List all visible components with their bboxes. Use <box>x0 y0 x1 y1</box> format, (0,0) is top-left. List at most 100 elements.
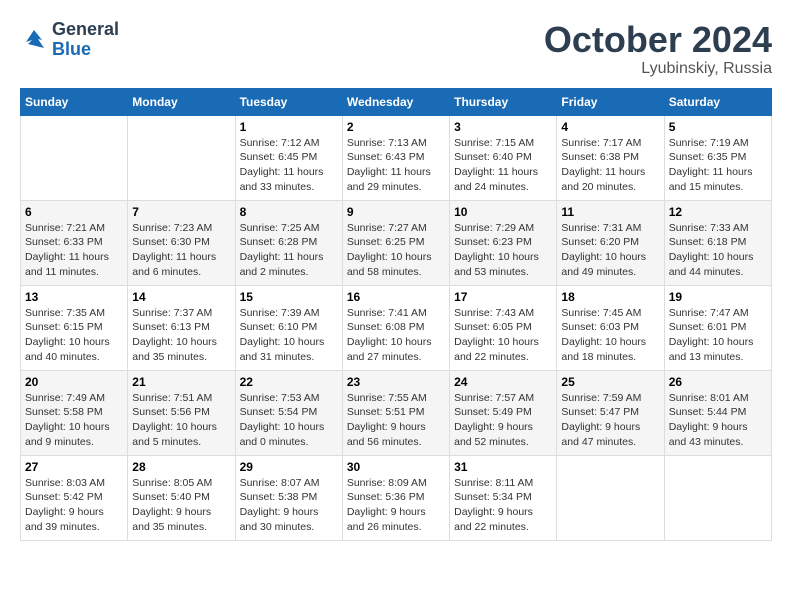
day-header-sunday: Sunday <box>21 88 128 115</box>
day-number: 17 <box>454 290 552 304</box>
day-number: 15 <box>240 290 338 304</box>
calendar-cell: 5 Sunrise: 7:19 AMSunset: 6:35 PMDaylight… <box>664 115 771 200</box>
day-number: 7 <box>132 205 230 219</box>
calendar-cell: 24 Sunrise: 7:57 AMSunset: 5:49 PMDayligh… <box>450 370 557 455</box>
calendar-cell: 4Sunrise: 7:17 AMSunset: 6:38 PMDaylight… <box>557 115 664 200</box>
cell-info: Sunrise: 7:41 AMSunset: 6:08 PMDaylight:… <box>347 306 445 365</box>
day-number: 11 <box>561 205 659 219</box>
week-row-5: 27 Sunrise: 8:03 AMSunset: 5:42 PMDayligh… <box>21 455 772 540</box>
day-number: 2 <box>347 120 445 134</box>
logo-icon <box>20 26 48 54</box>
day-number: 6 <box>25 205 123 219</box>
cell-info: Sunrise: 8:05 AMSunset: 5:40 PMDaylight:… <box>132 476 230 535</box>
cell-info: Sunrise: 7:29 AMSunset: 6:23 PMDaylight:… <box>454 221 552 280</box>
calendar-cell: 8 Sunrise: 7:25 AMSunset: 6:28 PMDaylight… <box>235 200 342 285</box>
day-number: 27 <box>25 460 123 474</box>
calendar-cell: 17 Sunrise: 7:43 AMSunset: 6:05 PMDayligh… <box>450 285 557 370</box>
day-number: 25 <box>561 375 659 389</box>
day-number: 26 <box>669 375 767 389</box>
calendar-cell: 15 Sunrise: 7:39 AMSunset: 6:10 PMDayligh… <box>235 285 342 370</box>
day-header-friday: Friday <box>557 88 664 115</box>
calendar-cell: 11Sunrise: 7:31 AMSunset: 6:20 PMDayligh… <box>557 200 664 285</box>
cell-info: Sunrise: 8:07 AMSunset: 5:38 PMDaylight:… <box>240 476 338 535</box>
title-block: October 2024 Lyubinskiy, Russia <box>544 20 772 78</box>
cell-info: Sunrise: 7:27 AMSunset: 6:25 PMDaylight:… <box>347 221 445 280</box>
calendar-cell: 26 Sunrise: 8:01 AMSunset: 5:44 PMDayligh… <box>664 370 771 455</box>
calendar-cell: 13Sunrise: 7:35 AMSunset: 6:15 PMDayligh… <box>21 285 128 370</box>
calendar-cell: 28 Sunrise: 8:05 AMSunset: 5:40 PMDayligh… <box>128 455 235 540</box>
cell-info: Sunrise: 7:37 AMSunset: 6:13 PMDaylight:… <box>132 306 230 365</box>
day-number: 18 <box>561 290 659 304</box>
calendar-cell: 25 Sunrise: 7:59 AMSunset: 5:47 PMDayligh… <box>557 370 664 455</box>
week-row-1: 1 Sunrise: 7:12 AMSunset: 6:45 PMDaylight… <box>21 115 772 200</box>
page-header: General Blue October 2024 Lyubinskiy, Ru… <box>20 20 772 78</box>
cell-info: Sunrise: 7:39 AMSunset: 6:10 PMDaylight:… <box>240 306 338 365</box>
cell-info: Sunrise: 7:51 AMSunset: 5:56 PMDaylight:… <box>132 391 230 450</box>
cell-info: Sunrise: 7:12 AMSunset: 6:45 PMDaylight:… <box>240 136 338 195</box>
day-number: 29 <box>240 460 338 474</box>
day-number: 30 <box>347 460 445 474</box>
calendar-cell: 23 Sunrise: 7:55 AMSunset: 5:51 PMDayligh… <box>342 370 449 455</box>
day-header-thursday: Thursday <box>450 88 557 115</box>
day-number: 21 <box>132 375 230 389</box>
day-number: 8 <box>240 205 338 219</box>
calendar-cell: 18 Sunrise: 7:45 AMSunset: 6:03 PMDayligh… <box>557 285 664 370</box>
day-number: 23 <box>347 375 445 389</box>
location: Lyubinskiy, Russia <box>544 60 772 78</box>
cell-info: Sunrise: 7:55 AMSunset: 5:51 PMDaylight:… <box>347 391 445 450</box>
day-number: 1 <box>240 120 338 134</box>
calendar-cell: 12Sunrise: 7:33 AMSunset: 6:18 PMDayligh… <box>664 200 771 285</box>
calendar-cell <box>21 115 128 200</box>
calendar-cell: 10 Sunrise: 7:29 AMSunset: 6:23 PMDayligh… <box>450 200 557 285</box>
calendar-cell: 9 Sunrise: 7:27 AMSunset: 6:25 PMDaylight… <box>342 200 449 285</box>
day-header-wednesday: Wednesday <box>342 88 449 115</box>
cell-info: Sunrise: 7:59 AMSunset: 5:47 PMDaylight:… <box>561 391 659 450</box>
cell-info: Sunrise: 8:01 AMSunset: 5:44 PMDaylight:… <box>669 391 767 450</box>
calendar-cell: 6 Sunrise: 7:21 AMSunset: 6:33 PMDaylight… <box>21 200 128 285</box>
day-number: 19 <box>669 290 767 304</box>
day-number: 10 <box>454 205 552 219</box>
cell-info: Sunrise: 8:03 AMSunset: 5:42 PMDaylight:… <box>25 476 123 535</box>
calendar-cell <box>128 115 235 200</box>
calendar-cell: 2 Sunrise: 7:13 AMSunset: 6:43 PMDaylight… <box>342 115 449 200</box>
logo-text: General Blue <box>52 20 119 60</box>
day-number: 24 <box>454 375 552 389</box>
cell-info: Sunrise: 7:47 AMSunset: 6:01 PMDaylight:… <box>669 306 767 365</box>
week-row-4: 20Sunrise: 7:49 AMSunset: 5:58 PMDayligh… <box>21 370 772 455</box>
cell-info: Sunrise: 7:25 AMSunset: 6:28 PMDaylight:… <box>240 221 338 280</box>
cell-info: Sunrise: 7:13 AMSunset: 6:43 PMDaylight:… <box>347 136 445 195</box>
day-number: 5 <box>669 120 767 134</box>
day-number: 20 <box>25 375 123 389</box>
calendar-cell: 20Sunrise: 7:49 AMSunset: 5:58 PMDayligh… <box>21 370 128 455</box>
calendar-cell: 29 Sunrise: 8:07 AMSunset: 5:38 PMDayligh… <box>235 455 342 540</box>
calendar-cell <box>664 455 771 540</box>
week-row-3: 13Sunrise: 7:35 AMSunset: 6:15 PMDayligh… <box>21 285 772 370</box>
cell-info: Sunrise: 7:57 AMSunset: 5:49 PMDaylight:… <box>454 391 552 450</box>
month-title: October 2024 <box>544 20 772 60</box>
cell-info: Sunrise: 7:21 AMSunset: 6:33 PMDaylight:… <box>25 221 123 280</box>
calendar-cell: 7 Sunrise: 7:23 AMSunset: 6:30 PMDaylight… <box>128 200 235 285</box>
cell-info: Sunrise: 7:45 AMSunset: 6:03 PMDaylight:… <box>561 306 659 365</box>
calendar-cell: 14 Sunrise: 7:37 AMSunset: 6:13 PMDayligh… <box>128 285 235 370</box>
day-number: 14 <box>132 290 230 304</box>
cell-info: Sunrise: 7:19 AMSunset: 6:35 PMDaylight:… <box>669 136 767 195</box>
day-number: 28 <box>132 460 230 474</box>
day-header-saturday: Saturday <box>664 88 771 115</box>
cell-info: Sunrise: 7:53 AMSunset: 5:54 PMDaylight:… <box>240 391 338 450</box>
calendar-cell: 31Sunrise: 8:11 AMSunset: 5:34 PMDayligh… <box>450 455 557 540</box>
calendar-cell: 21 Sunrise: 7:51 AMSunset: 5:56 PMDayligh… <box>128 370 235 455</box>
calendar-cell: 19 Sunrise: 7:47 AMSunset: 6:01 PMDayligh… <box>664 285 771 370</box>
cell-info: Sunrise: 7:23 AMSunset: 6:30 PMDaylight:… <box>132 221 230 280</box>
calendar-cell: 1 Sunrise: 7:12 AMSunset: 6:45 PMDaylight… <box>235 115 342 200</box>
day-number: 12 <box>669 205 767 219</box>
calendar-cell: 22Sunrise: 7:53 AMSunset: 5:54 PMDayligh… <box>235 370 342 455</box>
calendar-table: SundayMondayTuesdayWednesdayThursdayFrid… <box>20 88 772 541</box>
day-number: 3 <box>454 120 552 134</box>
logo: General Blue <box>20 20 119 60</box>
cell-info: Sunrise: 7:17 AMSunset: 6:38 PMDaylight:… <box>561 136 659 195</box>
day-number: 9 <box>347 205 445 219</box>
cell-info: Sunrise: 7:43 AMSunset: 6:05 PMDaylight:… <box>454 306 552 365</box>
day-number: 16 <box>347 290 445 304</box>
calendar-cell: 3Sunrise: 7:15 AMSunset: 6:40 PMDaylight… <box>450 115 557 200</box>
day-number: 31 <box>454 460 552 474</box>
